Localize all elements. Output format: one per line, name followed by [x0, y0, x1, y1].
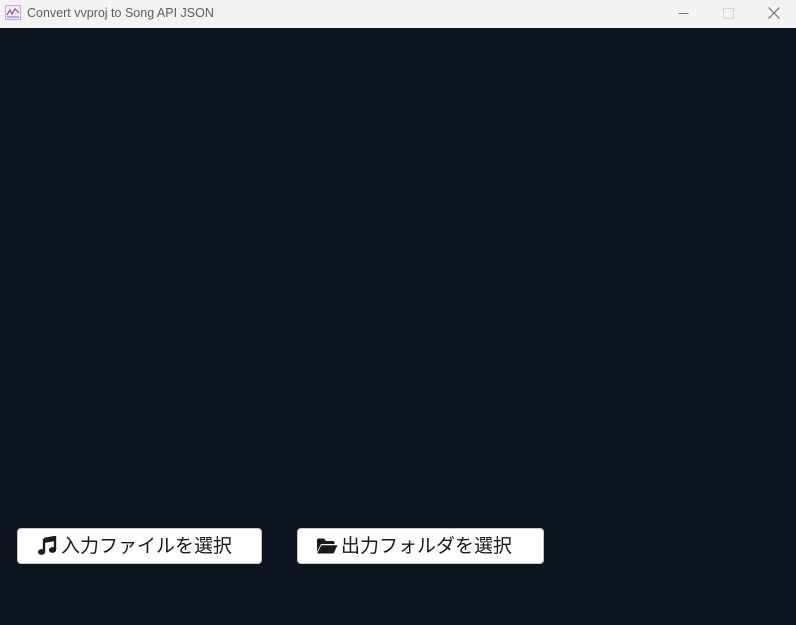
minimize-button[interactable] [661, 0, 706, 26]
close-button[interactable] [751, 0, 796, 26]
folder-open-icon [316, 536, 338, 556]
app-window: Convert vvproj to Song API JSON 入力ファイルを選… [0, 0, 796, 625]
maximize-icon [723, 4, 734, 23]
minimize-icon [678, 4, 689, 23]
maximize-button[interactable] [706, 0, 751, 26]
select-output-folder-label: 出力フォルダを選択 [341, 534, 513, 557]
select-input-file-button[interactable]: 入力ファイルを選択 [17, 528, 262, 564]
close-icon [767, 4, 780, 23]
app-icon [5, 5, 21, 20]
select-output-folder-button[interactable]: 出力フォルダを選択 [297, 528, 544, 564]
select-input-file-label: 入力ファイルを選択 [61, 534, 233, 557]
window-title: Convert vvproj to Song API JSON [27, 6, 214, 20]
title-bar[interactable]: Convert vvproj to Song API JSON [0, 0, 796, 28]
music-note-icon [36, 536, 58, 556]
main-content: 入力ファイルを選択 出力フォルダを選択 [0, 28, 796, 625]
